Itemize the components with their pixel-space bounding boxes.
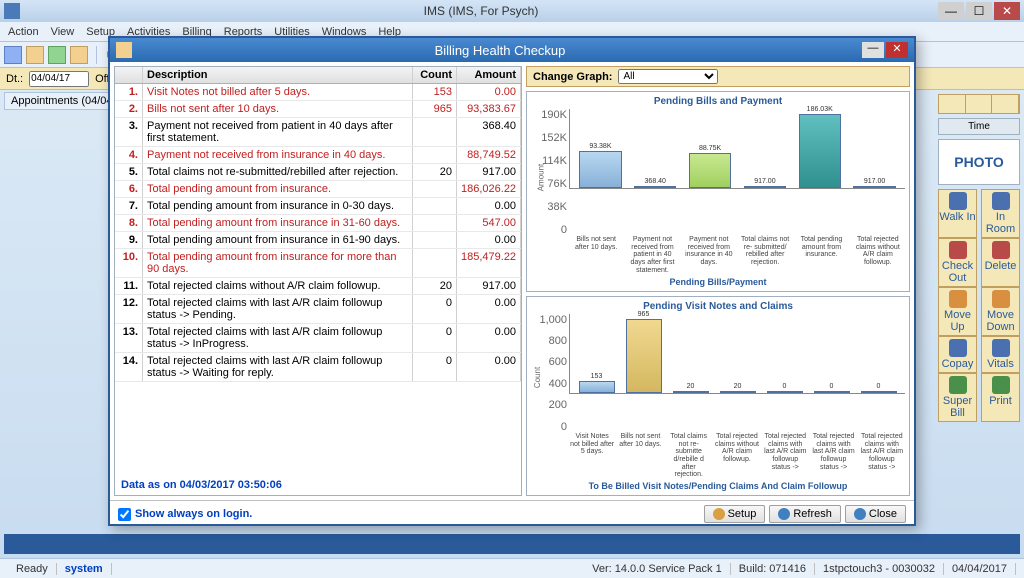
statusbar: Ready system Ver: 14.0.0 Service Pack 1 … [0,558,1024,578]
bar [799,114,841,188]
status-date: 04/04/2017 [944,563,1016,575]
action-in-room[interactable]: In Room [981,189,1020,238]
graph-dropdown[interactable]: All [618,69,718,84]
bar [579,381,615,393]
bar [861,391,897,393]
table-row[interactable]: 9.Total pending amount from insurance in… [115,232,521,249]
bar [634,186,676,188]
action-super-bill[interactable]: Super Bill [938,373,977,422]
dialog-titlebar: Billing Health Checkup — ✕ [110,38,914,62]
change-graph-label: Change Graph: [533,71,612,83]
bar [673,391,709,393]
appointments-tab[interactable]: Appointments (04/04 [4,92,120,110]
action-check-out[interactable]: Check Out [938,238,977,287]
dialog-minimize-button[interactable]: — [862,42,884,58]
date-label: Dt.: [6,73,23,85]
table-row[interactable]: 3.Payment not received from patient in 4… [115,118,521,147]
status-ready: Ready [8,563,57,575]
close-button[interactable]: Close [845,505,906,523]
action-move-down[interactable]: Move Down [981,287,1020,336]
show-always-label: Show always on login. [135,508,252,520]
charts-panel: Change Graph: All Pending Bills and Paym… [526,66,910,496]
billing-health-dialog: Billing Health Checkup — ✕ Description C… [108,36,916,526]
table-row[interactable]: 8.Total pending amount from insurance in… [115,215,521,232]
right-icons[interactable] [938,94,1020,114]
refresh-button[interactable]: Refresh [769,505,841,523]
bar [853,186,895,188]
status-build: Build: 071416 [731,563,815,575]
table-row[interactable]: 5.Total claims not re-submitted/rebilled… [115,164,521,181]
table-row[interactable]: 2.Bills not sent after 10 days.96593,383… [115,101,521,118]
table-row[interactable]: 13.Total rejected claims with last A/R c… [115,324,521,353]
action-vitals[interactable]: Vitals [981,336,1020,373]
table-body: 1.Visit Notes not billed after 5 days.15… [115,84,521,475]
bar [626,319,662,392]
action-delete[interactable]: Delete [981,238,1020,287]
dialog-icon [116,42,132,58]
toolbar-icon[interactable] [4,46,22,64]
table-header: Description Count Amount [115,67,521,84]
bar [579,151,621,188]
time-label: Time [938,118,1020,135]
app-icon [4,3,20,19]
bar [767,391,803,393]
minimize-button[interactable]: — [938,2,964,20]
app-title: IMS (IMS, For Psych) [26,4,936,18]
toolbar-icon[interactable] [48,46,66,64]
bar [744,186,786,188]
chart-pending-visit-notes-and-claims: Pending Visit Notes and ClaimsCount1,000… [526,296,910,497]
table-row[interactable]: 6.Total pending amount from insurance.18… [115,181,521,198]
col-amount: Amount [457,67,521,83]
right-panel: Time PHOTO Walk InIn RoomCheck OutDelete… [938,94,1020,422]
data-as-of: Data as on 04/03/2017 03:50:06 [115,475,521,495]
date-input[interactable] [29,71,89,87]
table-row[interactable]: 1.Visit Notes not billed after 5 days.15… [115,84,521,101]
dialog-title: Billing Health Checkup [138,43,862,58]
table-row[interactable]: 11.Total rejected claims without A/R cla… [115,278,521,295]
graph-selector-bar: Change Graph: All [526,66,910,87]
table-row[interactable]: 14.Total rejected claims with last A/R c… [115,353,521,382]
chart-pending-bills-and-payment: Pending Bills and PaymentAmount190K152K1… [526,91,910,292]
action-copay[interactable]: Copay [938,336,977,373]
show-always-input[interactable] [118,508,131,521]
col-description: Description [143,67,413,83]
action-walk-in[interactable]: Walk In [938,189,977,238]
table-panel: Description Count Amount 1.Visit Notes n… [114,66,522,496]
action-move-up[interactable]: Move Up [938,287,977,336]
bar [814,391,850,393]
status-host: 1stpctouch3 - 0030032 [815,563,944,575]
bar [689,153,731,189]
status-version: Ver: 14.0.0 Service Pack 1 [584,563,731,575]
menu-action[interactable]: Action [8,26,39,38]
dialog-footer: Show always on login. Setup Refresh Clos… [110,500,914,527]
setup-button[interactable]: Setup [704,505,766,523]
photo-box: PHOTO [938,139,1020,185]
show-always-checkbox[interactable]: Show always on login. [118,508,252,521]
table-row[interactable]: 10.Total pending amount from insurance f… [115,249,521,278]
menu-view[interactable]: View [51,26,75,38]
dialog-close-button[interactable]: ✕ [886,42,908,58]
col-count: Count [413,67,457,83]
titlebar: IMS (IMS, For Psych) — ☐ ✕ [0,0,1024,22]
close-button[interactable]: ✕ [994,2,1020,20]
action-print[interactable]: Print [981,373,1020,422]
toolbar-icon[interactable] [70,46,88,64]
toolbar-icon[interactable] [26,46,44,64]
table-row[interactable]: 12.Total rejected claims with last A/R c… [115,295,521,324]
bar [720,391,756,393]
table-row[interactable]: 7.Total pending amount from insurance in… [115,198,521,215]
table-row[interactable]: 4.Payment not received from insurance in… [115,147,521,164]
status-system: system [57,563,112,575]
operations-footer [4,534,1020,554]
maximize-button[interactable]: ☐ [966,2,992,20]
